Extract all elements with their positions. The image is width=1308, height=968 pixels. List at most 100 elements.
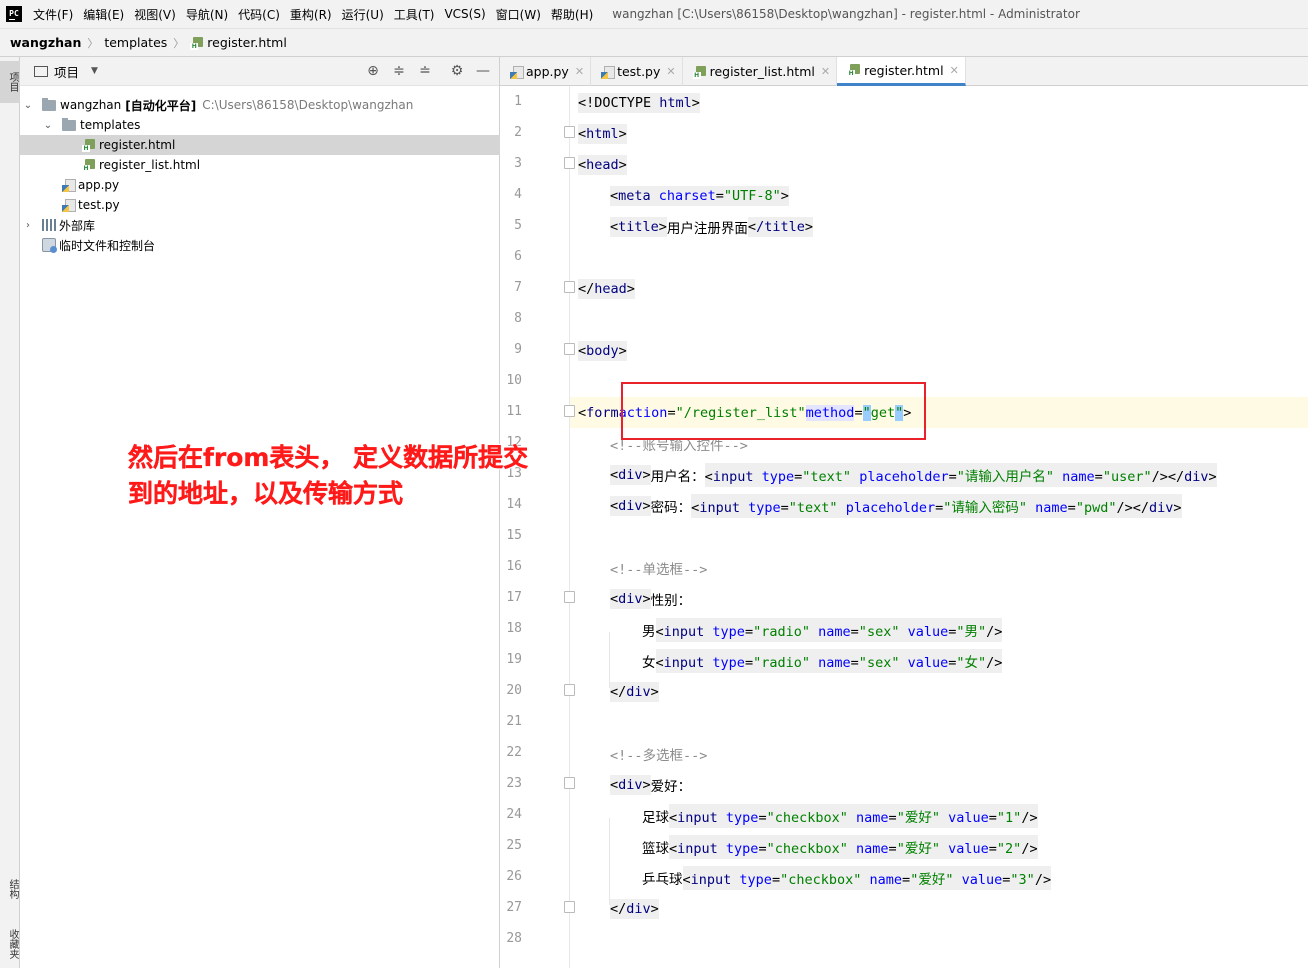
collapse-all-icon[interactable]: ≐: [417, 63, 433, 79]
code-line-14: <div> 密码： <input type="text" placeholder="…: [610, 490, 1182, 521]
html-file-icon: [82, 158, 96, 172]
chevron-down-icon[interactable]: ⌄: [22, 100, 34, 111]
python-file-icon: [601, 65, 616, 79]
annotation-text: 然后在from表头， 定义数据所提交 到的地址，以及传输方式: [128, 440, 568, 512]
tree-item-templates[interactable]: ⌄ templates: [20, 115, 500, 135]
pycharm-logo-icon: PC: [6, 6, 22, 22]
scratch-icon: [42, 238, 57, 253]
chevron-right-icon: 〉: [87, 36, 99, 50]
tree-item-root-path: C:\Users\86158\Desktop\wangzhan: [202, 98, 414, 112]
editor-tab-bar: app.py ✕ test.py ✕ register_list.html ✕ …: [500, 57, 1308, 86]
tree-item-scratches-label: 临时文件和控制台: [59, 238, 156, 253]
tree-item-register-html[interactable]: register.html: [20, 135, 500, 155]
menu-help[interactable]: 帮助(H): [546, 6, 598, 23]
menu-vcs[interactable]: VCS(S): [439, 7, 490, 21]
chevron-down-icon[interactable]: ▼: [91, 66, 98, 76]
code-line-3: <head>: [578, 154, 627, 175]
close-icon[interactable]: ✕: [575, 65, 584, 78]
code-content: <!DOCTYPE html> <html> <head> <meta char…: [500, 86, 1308, 968]
code-line-2: <html>: [578, 123, 627, 144]
tab-register-html-label: register.html: [864, 62, 944, 78]
menu-file[interactable]: 文件(F): [28, 6, 78, 23]
tree-item-scratches[interactable]: 临时文件和控制台: [20, 235, 500, 255]
code-line-16: <!--单选框-->: [610, 561, 708, 578]
code-line-13: <div> 用户名： <input type="text" placeholder=…: [610, 459, 1217, 490]
tree-item-root[interactable]: ⌄ wangzhan [自动化平台] C:\Users\86158\Deskto…: [20, 95, 500, 115]
menu-edit[interactable]: 编辑(E): [78, 6, 129, 23]
breadcrumb-file[interactable]: register.html: [207, 35, 287, 50]
tab-test-py[interactable]: test.py ✕: [591, 57, 683, 86]
html-file-icon: [190, 36, 204, 50]
tree-item-test-py[interactable]: test.py: [20, 195, 500, 215]
code-line-7: </head>: [578, 278, 635, 299]
tree-item-app-py[interactable]: app.py: [20, 175, 500, 195]
menu-view[interactable]: 视图(V): [129, 6, 181, 23]
code-line-27: </div>: [610, 898, 659, 919]
library-icon: [42, 219, 56, 231]
strip-tab-structure[interactable]: 结构: [0, 865, 20, 913]
chevron-right-icon[interactable]: ›: [22, 220, 34, 231]
menu-refactor[interactable]: 重构(R): [285, 6, 337, 23]
chevron-right-icon: 〉: [173, 36, 185, 50]
html-file-icon: [82, 138, 96, 152]
close-icon[interactable]: ✕: [666, 65, 675, 78]
code-line-20: </div>: [610, 681, 659, 702]
annotation-line-1: 然后在from表头， 定义数据所提交: [128, 443, 529, 472]
strip-tab-structure-label: 结构: [7, 879, 18, 899]
python-file-icon: [62, 198, 76, 212]
code-line-26: 乒乓球 <input type="checkbox" name="爱好" valu…: [642, 862, 1052, 893]
menu-tools[interactable]: 工具(T): [389, 6, 440, 23]
tab-test-py-label: test.py: [617, 64, 661, 79]
folder-icon: [42, 97, 56, 111]
breadcrumb-project[interactable]: wangzhan: [10, 35, 81, 50]
tab-register-html[interactable]: register.html ✕: [837, 57, 966, 86]
annotation-line-2: 到的地址，以及传输方式: [128, 479, 404, 508]
code-line-1: <!DOCTYPE html>: [578, 87, 700, 118]
code-line-25: 篮球 <input type="checkbox" name="爱好" value…: [642, 831, 1038, 862]
code-line-22: <!--多选框-->: [610, 747, 708, 764]
panel-toolbar: ⊕ ≑ ≐ ⚙ —: [365, 63, 491, 79]
gear-icon[interactable]: ⚙: [449, 63, 465, 79]
close-icon[interactable]: ✕: [950, 64, 959, 77]
tab-register-list-html[interactable]: register_list.html ✕: [683, 57, 838, 86]
code-line-5: <title> 用户注册界面 </title>: [610, 216, 813, 237]
tree-item-app-py-label: app.py: [78, 178, 120, 192]
strip-tab-project[interactable]: 项目: [0, 61, 20, 103]
code-line-18: 男 <input type="radio" name="sex" value="男…: [642, 614, 1003, 645]
code-line-4: <meta charset="UTF-8">: [610, 185, 789, 206]
code-line-17: <div> 性别：: [610, 588, 692, 609]
tree-item-register-list-html-label: register_list.html: [99, 158, 201, 172]
menu-run[interactable]: 运行(U): [337, 6, 389, 23]
folder-icon: [62, 117, 76, 131]
menu-code[interactable]: 代码(C): [233, 6, 285, 23]
html-file-icon: [692, 65, 707, 79]
tree-item-external-libraries[interactable]: › 外部库: [20, 215, 500, 235]
code-line-19: 女 <input type="radio" name="sex" value="女…: [642, 645, 1003, 676]
tree-item-register-list-html[interactable]: register_list.html: [20, 155, 500, 175]
chevron-down-icon[interactable]: ⌄: [42, 120, 54, 131]
expand-all-icon[interactable]: ≑: [391, 63, 407, 79]
strip-tab-project-label: 项目: [7, 72, 18, 92]
folder-icon: [34, 65, 48, 77]
tree-item-templates-label: templates: [80, 118, 141, 132]
tab-app-py[interactable]: app.py ✕: [500, 57, 592, 86]
hide-icon[interactable]: —: [475, 63, 491, 79]
menu-window[interactable]: 窗口(W): [491, 6, 546, 23]
left-tool-strip: 项目 结构 收藏夹: [0, 57, 20, 968]
breadcrumb-templates[interactable]: templates: [104, 35, 167, 50]
locate-icon[interactable]: ⊕: [365, 63, 381, 79]
html-file-icon: [847, 63, 861, 77]
tree-item-external-libraries-label: 外部库: [59, 218, 96, 233]
menu-bar: PC 文件(F) 编辑(E) 视图(V) 导航(N) 代码(C) 重构(R) 运…: [0, 0, 1308, 28]
strip-tab-favorites[interactable]: 收藏夹: [0, 921, 20, 967]
annotation-highlight-box: [621, 382, 926, 440]
close-icon[interactable]: ✕: [821, 65, 830, 78]
tree-item-register-html-label: register.html: [99, 138, 176, 152]
code-line-24: 足球 <input type="checkbox" name="爱好" value…: [642, 800, 1038, 831]
code-line-23: <div> 爱好：: [610, 774, 692, 795]
project-panel-title[interactable]: 项目: [54, 62, 79, 81]
code-editor[interactable]: 1 2 3 4 5 6 7 8 9 10 11 12 13 14 15 16 1…: [500, 86, 1308, 968]
breadcrumb: wangzhan 〉 templates 〉 register.html: [0, 28, 1308, 57]
menu-navigate[interactable]: 导航(N): [181, 6, 233, 23]
window-title: wangzhan [C:\Users\86158\Desktop\wangzha…: [612, 7, 1080, 21]
